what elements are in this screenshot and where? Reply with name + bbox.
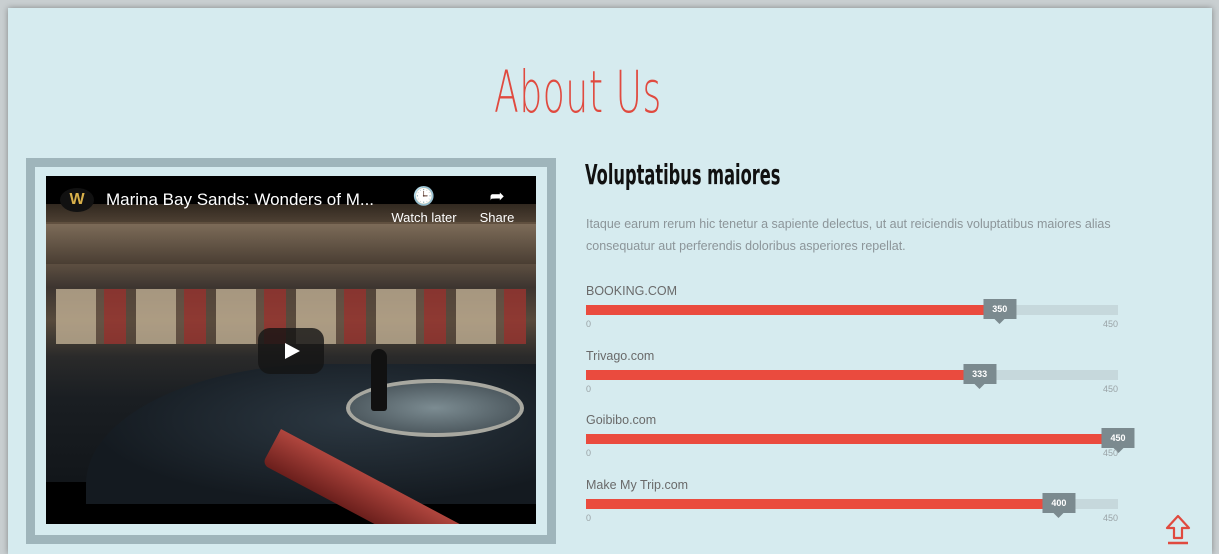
share-arrow-icon: ➦	[489, 186, 505, 206]
progress-min: 0	[586, 319, 592, 329]
progress-track: 333	[586, 364, 1118, 389]
progress-label: Make My Trip.com	[586, 478, 689, 492]
progress-track: 400	[586, 493, 1118, 518]
progress-fill	[586, 434, 1118, 444]
section-description: Itaque earum rerum hic tenetur a sapient…	[586, 217, 1111, 253]
progress-item-makemytrip: Make My Trip.com 400 0 450	[586, 478, 1118, 538]
progress-value-badge: 400	[1042, 493, 1076, 518]
progress-min: 0	[586, 513, 592, 523]
progress-max: 450	[1102, 448, 1118, 458]
video-title[interactable]: Marina Bay Sands: Wonders of M...	[106, 190, 374, 210]
watch-later-label: Watch later	[391, 210, 457, 225]
progress-item-booking: BOOKING.COM 350 0 450	[586, 284, 1118, 344]
progress-max: 450	[1102, 513, 1118, 523]
video-player[interactable]: W Marina Bay Sands: Wonders of M... 🕒 Wa…	[46, 176, 536, 524]
progress-item-goibibo: Goibibo.com 450 0 450	[586, 413, 1135, 473]
video-frame: W Marina Bay Sands: Wonders of M... 🕒 Wa…	[26, 158, 556, 544]
progress-label: Trivago.com	[586, 349, 655, 363]
scroll-to-top-button[interactable]	[1165, 514, 1191, 546]
progress-fill	[586, 370, 980, 380]
play-button[interactable]	[258, 328, 324, 374]
progress-label: BOOKING.COM	[586, 284, 677, 298]
progress-track: 450	[586, 428, 1135, 453]
arrow-up-icon	[1165, 514, 1191, 545]
progress-min: 0	[586, 384, 592, 394]
progress-track: 350	[586, 299, 1118, 324]
share-button[interactable]: ➦ Share	[462, 186, 532, 225]
video-top-bar: W Marina Bay Sands: Wonders of M... 🕒 Wa…	[46, 176, 536, 225]
progress-value-badge: 350	[983, 299, 1017, 324]
section-subtitle: Voluptatibus maiores	[585, 158, 781, 191]
watch-later-button[interactable]: 🕒 Watch later	[389, 186, 459, 225]
page-title: About Us	[494, 58, 662, 126]
share-label: Share	[479, 210, 515, 225]
progress-fill	[586, 499, 1059, 509]
progress-fill	[586, 305, 1000, 315]
progress-max: 450	[1102, 319, 1118, 329]
progress-item-trivago: Trivago.com 333 0 450	[586, 349, 1118, 409]
progress-value-badge: 333	[963, 364, 997, 389]
clock-icon: 🕒	[412, 186, 436, 206]
about-section: About Us W Marina Bay Sands: Wonders of …	[8, 8, 1212, 554]
progress-min: 0	[586, 448, 592, 458]
progress-max: 450	[1102, 384, 1118, 394]
progress-label: Goibibo.com	[586, 413, 657, 427]
channel-logo[interactable]: W	[60, 188, 94, 212]
progress-value-badge: 450	[1101, 428, 1135, 453]
